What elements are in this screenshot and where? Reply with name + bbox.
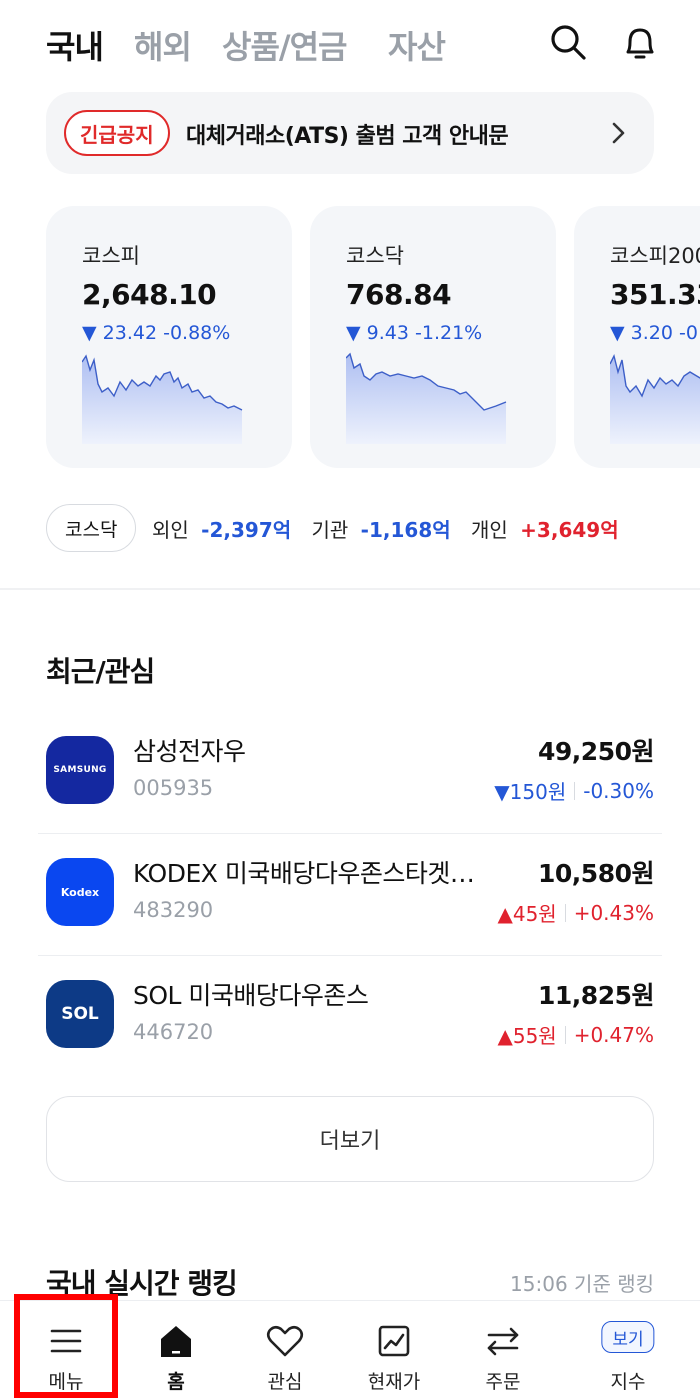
index-change: ▼ 23.42 -0.88% bbox=[82, 322, 231, 344]
home-icon bbox=[161, 1326, 191, 1357]
urgent-notice-banner[interactable]: 긴급공지 대체거래소(ATS) 출범 고객 안내문 bbox=[46, 92, 654, 174]
flow-label-individual: 개인 bbox=[471, 518, 508, 542]
urgent-notice-badge: 긴급공지 bbox=[64, 110, 170, 156]
nav-label: 주문 bbox=[485, 1371, 521, 1393]
index-card-kosdaq[interactable]: 코스닥 768.84 ▼ 9.43 -1.21% bbox=[310, 206, 556, 468]
index-cards-carousel[interactable]: 코스피 2,648.10 ▼ 23.42 -0.88% 코스닥 768.84 ▼… bbox=[46, 206, 700, 468]
stock-change: ▲45원 +0.43% bbox=[497, 898, 654, 927]
index-name: 코스피 bbox=[82, 244, 140, 268]
index-sparkline bbox=[346, 352, 507, 444]
change-divider bbox=[564, 903, 566, 922]
tab-assets[interactable]: 자산 bbox=[388, 22, 446, 68]
investor-flow: 코스닥 외인 -2,397억 기관 -1,168억 개인 +3,649억 bbox=[46, 504, 686, 552]
change-amount: ▼150원 bbox=[494, 780, 567, 804]
chevron-right-icon bbox=[604, 118, 634, 148]
index-sparkline bbox=[610, 353, 700, 444]
bottom-navigation: 메뉴 홈 관심 현재가 주문 보기 지수 bbox=[0, 1300, 700, 1400]
top-tab-bar: 국내 해외 상품/연금 자산 bbox=[0, 0, 700, 86]
stock-change: ▲55원 +0.47% bbox=[497, 1020, 654, 1049]
stock-row-sol[interactable]: SOL SOL 미국배당다우존스 446720 11,825원 ▲55원 +0.4… bbox=[38, 958, 662, 1078]
flow-label-institution: 기관 bbox=[311, 518, 349, 542]
row-divider bbox=[38, 833, 662, 834]
index-change: ▼ 9.43 -1.21% bbox=[346, 322, 483, 344]
chart-icon bbox=[378, 1325, 410, 1357]
index-card-kospi[interactable]: 코스피 2,648.10 ▼ 23.42 -0.88% bbox=[46, 206, 292, 468]
nav-label: 지수 bbox=[610, 1371, 646, 1393]
nav-order[interactable]: 주문 bbox=[453, 1301, 553, 1400]
stock-name: SOL 미국배당다우존스 bbox=[133, 981, 369, 1010]
nav-menu[interactable]: 메뉴 bbox=[16, 1301, 116, 1400]
index-value: 768.84 bbox=[346, 278, 452, 311]
ranking-time: 15:06 기준 랭킹 bbox=[510, 1272, 654, 1296]
row-divider bbox=[38, 955, 662, 956]
section-divider bbox=[0, 588, 700, 590]
nav-home[interactable]: 홈 bbox=[126, 1301, 226, 1400]
stock-price: 49,250원 bbox=[538, 737, 654, 766]
flow-value-foreign: -2,397억 bbox=[201, 518, 292, 542]
bell-icon[interactable] bbox=[618, 20, 662, 64]
tab-products-pension[interactable]: 상품/연금 bbox=[222, 22, 347, 68]
index-name: 코스닥 bbox=[346, 244, 404, 268]
sol-logo: SOL bbox=[46, 980, 114, 1048]
index-value: 351.33 bbox=[610, 278, 700, 311]
nav-index[interactable]: 보기 지수 bbox=[578, 1301, 678, 1400]
index-change: ▼ 3.20 -0.91% bbox=[610, 322, 700, 344]
change-percent: +0.47% bbox=[573, 1022, 654, 1047]
index-value: 2,648.10 bbox=[82, 278, 217, 311]
flow-value-institution: -1,168억 bbox=[360, 518, 451, 542]
watchlist-title: 최근/관심 bbox=[46, 655, 155, 688]
change-divider bbox=[574, 781, 576, 800]
change-percent: -0.30% bbox=[583, 778, 654, 803]
index-name: 코스피200 bbox=[610, 244, 700, 268]
stock-price: 10,580원 bbox=[538, 859, 654, 888]
stock-row-kodex[interactable]: Kodex KODEX 미국배당다우존스타겟… 483290 10,580원 ▲… bbox=[38, 836, 662, 956]
search-icon[interactable] bbox=[546, 20, 590, 64]
investor-flow-items: 외인 -2,397억 기관 -1,168억 개인 +3,649억 bbox=[152, 514, 633, 543]
index-sparkline bbox=[82, 354, 243, 444]
swap-icon bbox=[487, 1327, 519, 1356]
kodex-logo: Kodex bbox=[46, 858, 114, 926]
nav-label: 현재가 bbox=[367, 1371, 421, 1393]
stock-code: 483290 bbox=[133, 898, 214, 922]
nav-label: 관심 bbox=[267, 1371, 303, 1393]
tab-domestic[interactable]: 국내 bbox=[46, 22, 104, 68]
nav-current-price[interactable]: 현재가 bbox=[344, 1301, 444, 1400]
more-button[interactable]: 더보기 bbox=[46, 1096, 654, 1182]
stock-name: KODEX 미국배당다우존스타겟… bbox=[133, 859, 475, 888]
nav-watchlist[interactable]: 관심 bbox=[235, 1301, 335, 1400]
change-divider bbox=[564, 1025, 566, 1044]
stock-change: ▼150원 -0.30% bbox=[494, 776, 654, 805]
index-card-kospi200[interactable]: 코스피200 351.33 ▼ 3.20 -0.91% bbox=[574, 206, 700, 468]
nav-label: 홈 bbox=[167, 1371, 185, 1393]
stock-code: 446720 bbox=[133, 1020, 214, 1044]
flow-value-individual: +3,649억 bbox=[520, 518, 619, 542]
change-amount: ▲45원 bbox=[497, 902, 557, 926]
flow-label-foreign: 외인 bbox=[152, 518, 189, 542]
view-badge: 보기 bbox=[601, 1321, 655, 1353]
change-percent: +0.43% bbox=[573, 900, 654, 925]
change-amount: ▲55원 bbox=[497, 1024, 557, 1048]
stock-name: 삼성전자우 bbox=[133, 737, 246, 766]
notice-text: 대체거래소(ATS) 출범 고객 안내문 bbox=[186, 124, 509, 149]
stock-code: 005935 bbox=[133, 776, 214, 800]
nav-label: 메뉴 bbox=[48, 1371, 84, 1393]
stock-row-samsung-pref[interactable]: SAMSUNG 삼성전자우 005935 49,250원 ▼150원 -0.30% bbox=[38, 714, 662, 834]
tab-overseas[interactable]: 해외 bbox=[134, 22, 192, 68]
market-selector-chip[interactable]: 코스닥 bbox=[46, 504, 137, 552]
ranking-title: 국내 실시간 랭킹 bbox=[46, 1267, 238, 1300]
menu-icon bbox=[50, 1329, 82, 1353]
stock-price: 11,825원 bbox=[538, 981, 654, 1010]
heart-icon bbox=[266, 1325, 304, 1357]
samsung-logo: SAMSUNG bbox=[46, 736, 114, 804]
